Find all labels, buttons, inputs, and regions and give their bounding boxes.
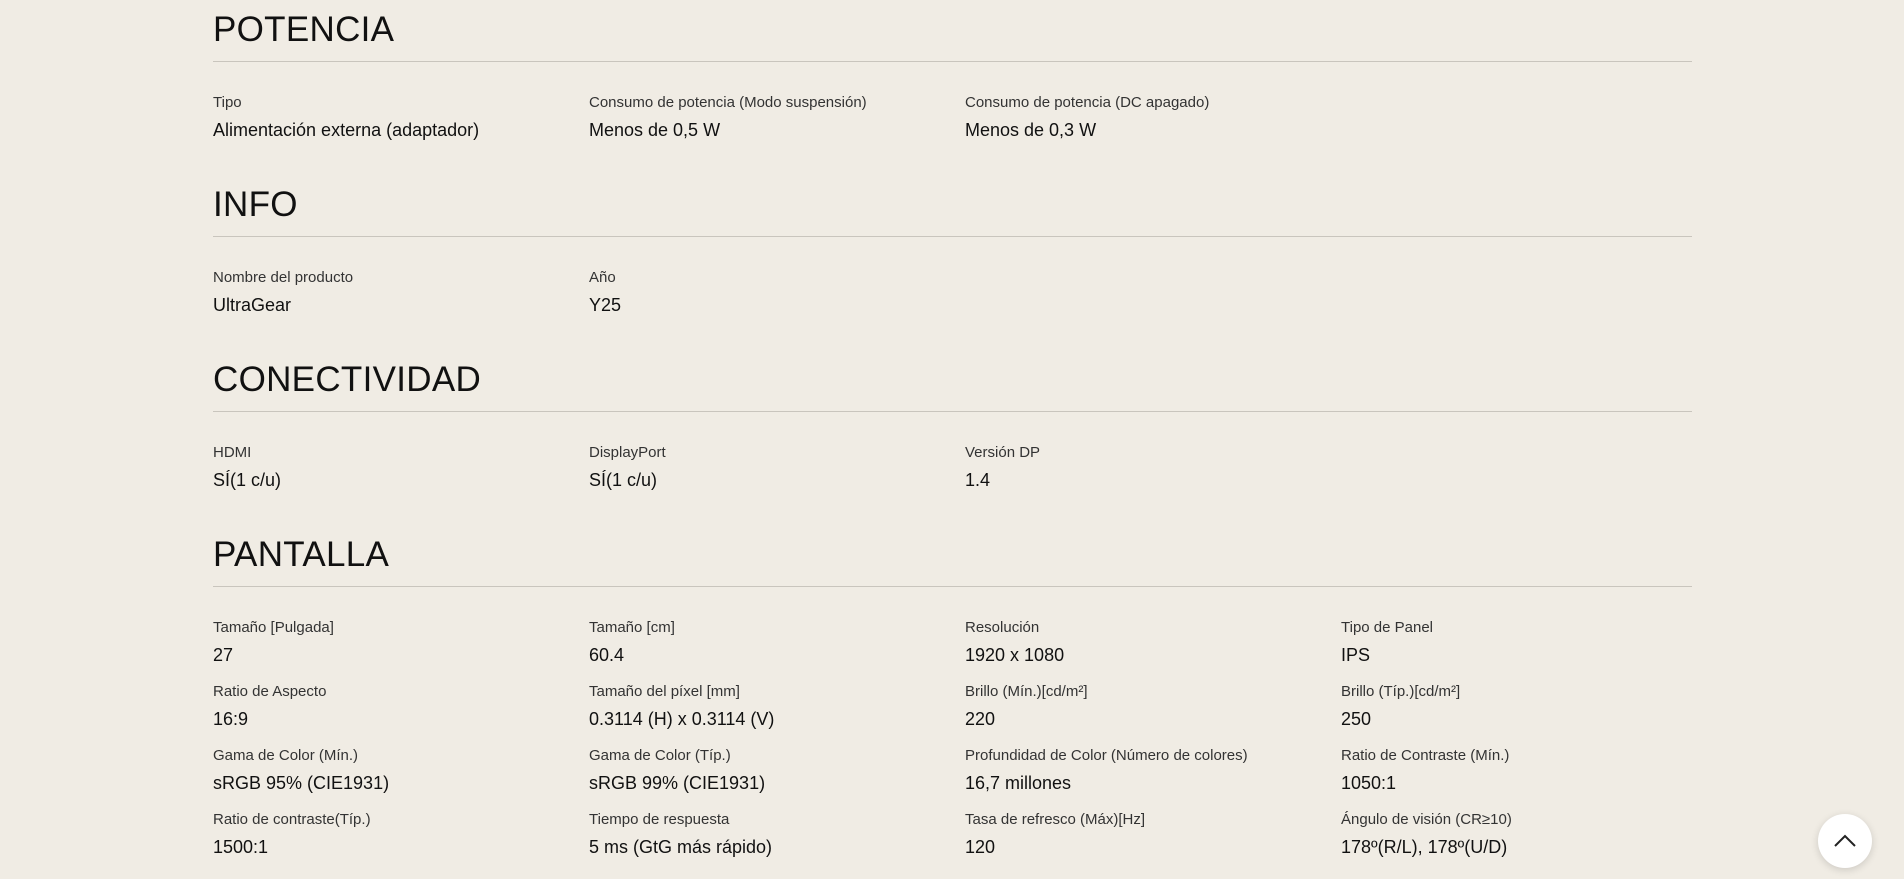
chevron-up-icon (1833, 834, 1857, 848)
spec-label: Brillo (Típ.)[cd/m²] (1341, 683, 1461, 700)
spec-label: Gama de Color (Típ.) (589, 747, 731, 764)
section-header: INFO (213, 175, 1692, 237)
spec-item: Consumo de potencia (Modo suspensión) Me… (589, 93, 965, 157)
spec-value: 27 (213, 645, 234, 665)
spec-value: UltraGear (213, 295, 292, 315)
spec-grid: Tipo Alimentación externa (adaptador) Co… (213, 62, 1692, 157)
spec-value: 16,7 millones (965, 773, 1072, 793)
spec-value: SÍ(1 c/u) (213, 470, 282, 490)
spec-value: 60.4 (589, 645, 625, 665)
spec-value: 0.3114 (H) x 0.3114 (V) (589, 709, 775, 729)
spec-item: Nombre del producto UltraGear (213, 268, 589, 332)
spec-label: Consumo de potencia (Modo suspensión) (589, 94, 867, 111)
spec-value: 178º(R/L), 178º(U/D) (1341, 837, 1508, 857)
spec-label: Tamaño del píxel [mm] (589, 683, 740, 700)
spec-item: Gama de Color (Mín.) sRGB 95% (CIE1931) (213, 746, 589, 810)
section-header: PANTALLA (213, 525, 1692, 587)
spec-item: Tiempo de respuesta 5 ms (GtG más rápido… (589, 810, 965, 874)
spec-item: Versión DP 1.4 (965, 443, 1341, 507)
spec-value: 1.4 (965, 470, 991, 490)
spec-label: Tiempo de respuesta (589, 811, 730, 828)
spec-label: Tipo (213, 94, 242, 111)
spec-grid: Tamaño [Pulgada] 27 Tamaño [cm] 60.4 Res… (213, 587, 1692, 874)
section-pantalla: PANTALLA Tamaño [Pulgada] 27 Tamaño [cm]… (213, 525, 1692, 857)
spec-value: 250 (1341, 709, 1372, 729)
spec-grid: HDMI SÍ(1 c/u) DisplayPort SÍ(1 c/u) Ver… (213, 412, 1692, 507)
spec-value: IPS (1341, 645, 1371, 665)
spec-label: Resolución (965, 619, 1040, 636)
spec-item: Brillo (Mín.)[cd/m²] 220 (965, 682, 1341, 746)
spec-label: Gama de Color (Mín.) (213, 747, 359, 764)
spec-item: Tamaño [Pulgada] 27 (213, 618, 589, 682)
section-info: INFO Nombre del producto UltraGear Año Y… (213, 175, 1692, 350)
spec-value: 16:9 (213, 709, 249, 729)
spec-item: DisplayPort SÍ(1 c/u) (589, 443, 965, 507)
spec-label: Ratio de Aspecto (213, 683, 327, 700)
spec-item: Tipo de Panel IPS (1341, 618, 1692, 682)
spec-item: Profundidad de Color (Número de colores)… (965, 746, 1341, 810)
spec-item: Ángulo de visión (CR≥10) 178º(R/L), 178º… (1341, 810, 1692, 874)
spec-item: Ratio de Aspecto 16:9 (213, 682, 589, 746)
spec-item: Ratio de Contraste (Mín.) 1050:1 (1341, 746, 1692, 810)
scroll-to-top-button[interactable] (1818, 814, 1872, 868)
spec-label: Brillo (Mín.)[cd/m²] (965, 683, 1088, 700)
spec-label: Tasa de refresco (Máx)[Hz] (965, 811, 1146, 828)
spec-item: Tamaño del píxel [mm] 0.3114 (H) x 0.311… (589, 682, 965, 746)
spec-value: 220 (965, 709, 996, 729)
spec-label: Ratio de contraste(Típ.) (213, 811, 371, 828)
spec-value: Alimentación externa (adaptador) (213, 120, 480, 140)
spec-value: Menos de 0,3 W (965, 120, 1097, 140)
spec-label: Tamaño [cm] (589, 619, 675, 636)
spec-value: Menos de 0,5 W (589, 120, 721, 140)
spec-item: Ratio de contraste(Típ.) 1500:1 (213, 810, 589, 874)
spec-item: Resolución 1920 x 1080 (965, 618, 1341, 682)
spec-sheet: POTENCIA Tipo Alimentación externa (adap… (213, 0, 1692, 857)
spec-label: Consumo de potencia (DC apagado) (965, 94, 1210, 111)
spec-label: Ángulo de visión (CR≥10) (1341, 811, 1512, 828)
section-potencia: POTENCIA Tipo Alimentación externa (adap… (213, 0, 1692, 175)
spec-grid: Nombre del producto UltraGear Año Y25 (213, 237, 1692, 332)
spec-item: HDMI SÍ(1 c/u) (213, 443, 589, 507)
spec-item: Brillo (Típ.)[cd/m²] 250 (1341, 682, 1692, 746)
section-title: POTENCIA (213, 10, 395, 49)
spec-item: Año Y25 (589, 268, 965, 332)
spec-label: Tipo de Panel (1341, 619, 1434, 636)
spec-value: sRGB 95% (CIE1931) (213, 773, 390, 793)
spec-label: Tamaño [Pulgada] (213, 619, 334, 636)
spec-label: Año (589, 269, 616, 286)
spec-value: 1050:1 (1341, 773, 1397, 793)
spec-value: 1920 x 1080 (965, 645, 1065, 665)
spec-item: Tipo Alimentación externa (adaptador) (213, 93, 589, 157)
spec-label: Nombre del producto (213, 269, 354, 286)
spec-value: 5 ms (GtG más rápido) (589, 837, 773, 857)
spec-item: Tamaño [cm] 60.4 (589, 618, 965, 682)
spec-value: Y25 (589, 295, 622, 315)
section-title: INFO (213, 185, 298, 224)
spec-item: Tasa de refresco (Máx)[Hz] 120 (965, 810, 1341, 874)
spec-label: HDMI (213, 444, 252, 461)
spec-value: 1500:1 (213, 837, 269, 857)
spec-item: Gama de Color (Típ.) sRGB 99% (CIE1931) (589, 746, 965, 810)
section-header: POTENCIA (213, 0, 1692, 62)
section-header: CONECTIVIDAD (213, 350, 1692, 412)
section-conectividad: CONECTIVIDAD HDMI SÍ(1 c/u) DisplayPort … (213, 350, 1692, 525)
spec-label: DisplayPort (589, 444, 666, 461)
spec-value: sRGB 99% (CIE1931) (589, 773, 766, 793)
spec-value: 120 (965, 837, 996, 857)
spec-value: SÍ(1 c/u) (589, 470, 658, 490)
spec-item: Consumo de potencia (DC apagado) Menos d… (965, 93, 1341, 157)
section-title: CONECTIVIDAD (213, 360, 482, 399)
spec-label: Versión DP (965, 444, 1041, 461)
spec-label: Profundidad de Color (Número de colores) (965, 747, 1248, 764)
spec-label: Ratio de Contraste (Mín.) (1341, 747, 1510, 764)
section-title: PANTALLA (213, 535, 390, 574)
